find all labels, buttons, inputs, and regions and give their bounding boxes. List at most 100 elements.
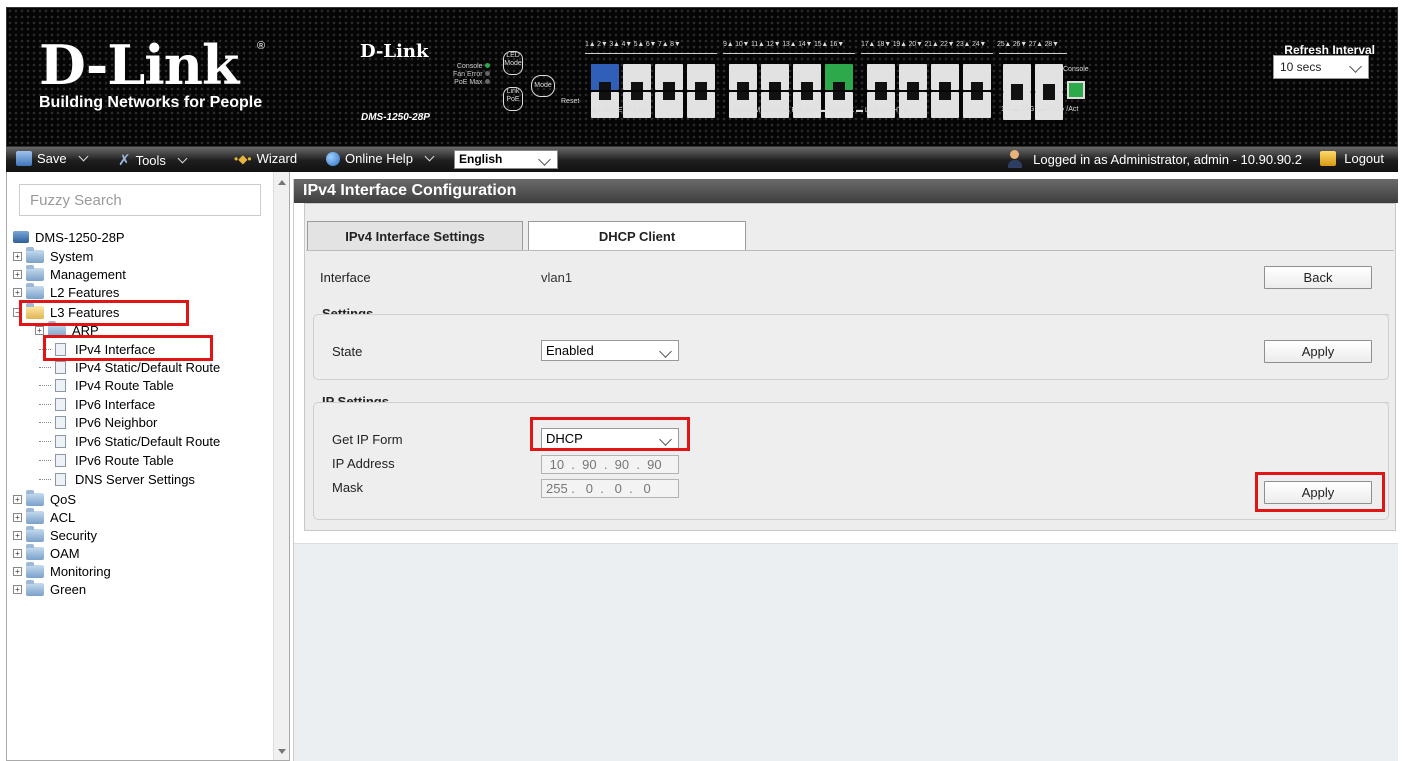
chevron-down-icon [424,151,435,162]
sidebar-item-label: Security [50,527,97,543]
sidebar-item-ipv4-route-table[interactable]: IPv4 Route Table [39,376,174,394]
sidebar-item-oam[interactable]: + OAM [13,543,80,562]
sidebar-item-l2-features[interactable]: + L2 Features [13,282,119,301]
fuzzy-search-input[interactable]: Fuzzy Search [19,184,261,216]
port-23[interactable] [963,64,991,90]
back-button[interactable]: Back [1264,266,1372,289]
sidebar-scrollbar[interactable] [273,172,289,760]
page-icon [55,472,66,486]
expand-icon[interactable]: + [13,584,22,594]
wizard-menu[interactable]: •◆• Wizard [234,151,297,166]
tab-ipv4-interface-settings[interactable]: IPv4 Interface Settings [307,221,523,251]
expand-icon[interactable]: + [13,548,22,558]
expand-icon[interactable]: + [13,269,22,279]
expand-icon[interactable]: + [13,494,22,504]
save-menu[interactable]: Save [16,151,91,166]
port-24[interactable] [963,92,991,118]
port-15[interactable] [825,64,853,90]
page-icon [55,397,66,411]
folder-icon [26,489,44,506]
sidebar-item-ipv6-neighbor[interactable]: IPv6 Neighbor [39,413,157,431]
sidebar-item-security[interactable]: + Security [13,525,97,544]
port-27[interactable] [1035,64,1063,92]
sidebar-item-qos[interactable]: + QoS [13,489,76,508]
sidebar-item-system[interactable]: + System [13,246,94,265]
port-10[interactable] [729,92,757,118]
scroll-up-icon[interactable] [278,180,286,185]
expand-icon[interactable]: + [13,566,22,576]
port-20[interactable] [899,92,927,118]
port-6[interactable] [655,92,683,118]
port-4[interactable] [623,92,651,118]
port-18[interactable] [867,92,895,118]
wrench-icon: ✗ [118,152,131,169]
port-2[interactable] [591,92,619,118]
port-16[interactable] [825,92,853,118]
port-1[interactable] [591,64,619,90]
sidebar-item-label: IPv6 Neighbor [75,414,158,430]
online-help-menu[interactable]: Online Help [326,151,437,166]
folder-icon [26,264,44,281]
port-17[interactable] [867,64,895,90]
folder-icon [26,525,44,542]
state-label: State [332,344,363,359]
expand-icon[interactable]: + [35,325,44,335]
led-console-label: Console [456,63,483,70]
page-icon [55,378,66,392]
state-value: Enabled [546,343,594,358]
folder-icon [26,507,44,524]
state-apply-button[interactable]: Apply [1264,340,1372,363]
main-toolbar: Save ✗ Tools •◆• Wizard Online Help Engl… [6,147,1398,172]
expand-icon[interactable]: + [13,512,22,522]
sidebar-item-monitoring[interactable]: + Monitoring [13,561,111,580]
state-select[interactable]: Enabled [541,340,679,361]
logo-brand: D-Link [39,33,239,97]
port-22[interactable] [931,92,959,118]
port-5[interactable] [655,64,683,90]
scroll-down-icon[interactable] [278,749,286,754]
expand-icon[interactable]: + [13,530,22,540]
port-3[interactable] [623,64,651,90]
expand-icon[interactable]: + [13,251,22,261]
sidebar-item-label: IPv4 Route Table [75,377,174,393]
tree-device-root[interactable]: DMS-1250-28P [13,228,125,246]
sidebar-item-dns-server-settings[interactable]: DNS Server Settings [39,470,195,488]
refresh-interval-select[interactable]: 10 secs [1273,55,1369,79]
interface-value: vlan1 [541,270,573,285]
ip-address-field[interactable]: 10 . 90 . 90 . 90 [541,455,679,474]
sidebar-item-label: IPv6 Static/Default Route [75,433,221,449]
sidebar-item-label: IPv6 Interface [75,396,156,412]
port-14[interactable] [793,92,821,118]
sidebar-item-management[interactable]: + Management [13,264,126,283]
sidebar-item-label: Green [50,581,87,597]
port-12[interactable] [761,92,789,118]
port-13[interactable] [793,64,821,90]
port-21[interactable] [931,64,959,90]
sidebar-item-ipv6-route-table[interactable]: IPv6 Route Table [39,451,174,469]
mode-button[interactable]: Mode [531,75,555,97]
port-19[interactable] [899,64,927,90]
mask-field[interactable]: 255 . 0 . 0 . 0 [541,479,679,498]
ip-address-label: IP Address [332,456,395,471]
sidebar-item-acl[interactable]: + ACL [13,507,75,526]
tab-dhcp-client[interactable]: DHCP Client [528,221,746,251]
sidebar-item-ipv6-static-route[interactable]: IPv6 Static/Default Route [39,432,220,450]
console-port-label: Console [1063,66,1089,73]
fan-led-icon [484,71,490,76]
sidebar-item-ipv6-interface[interactable]: IPv6 Interface [39,395,155,413]
port-8[interactable] [687,92,715,118]
port-9[interactable] [729,64,757,90]
tools-menu[interactable]: ✗ Tools [118,151,190,169]
console-led-icon [484,63,490,68]
folder-icon [26,561,44,578]
port-11[interactable] [761,64,789,90]
port-7[interactable] [687,64,715,90]
logout-button[interactable]: Logout [1320,151,1384,166]
expand-icon[interactable]: + [13,287,22,297]
folder-icon [26,579,44,596]
language-select[interactable]: English [454,150,558,169]
port-25[interactable] [1003,64,1031,92]
legend-link-act: 1G ▬ 10G ▬ Link ● /Act [1001,106,1079,113]
sidebar-item-label: System [50,248,94,264]
sidebar-item-green[interactable]: + Green [13,579,87,598]
